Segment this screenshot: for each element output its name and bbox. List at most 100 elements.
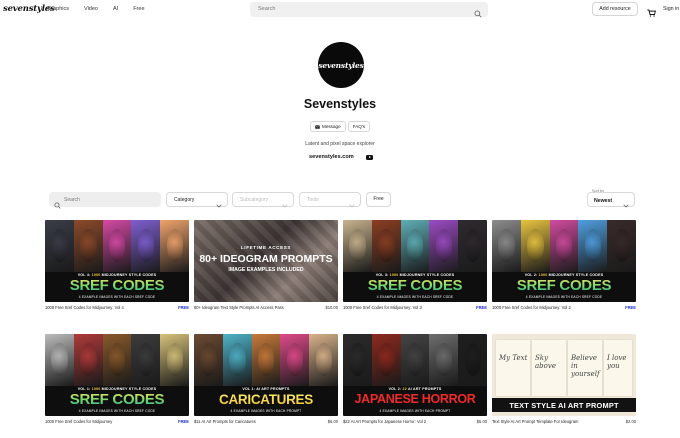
artwork-tile <box>492 220 522 272</box>
product-caption: 1000 Free Sref Codes for Midjourney FREE <box>45 419 189 426</box>
artwork-tile <box>280 334 310 386</box>
product-price: $5.00 <box>476 419 487 424</box>
banner-caption: 4 EXAMPLE IMAGES WITH EACH SREF CODE <box>78 409 156 413</box>
faq-button[interactable]: FAQ's <box>347 121 371 132</box>
free-filter-button[interactable]: Free <box>366 192 391 207</box>
artwork-tile <box>131 220 161 272</box>
banner-title-bar: TEXT STYLE AI ART PROMPT <box>492 398 636 412</box>
profile-name: Sevenstyles <box>303 97 377 111</box>
artwork-tile <box>343 334 373 386</box>
global-search-input[interactable]: Search <box>250 2 488 18</box>
artwork-tile <box>45 334 75 386</box>
artwork-tile <box>400 334 430 386</box>
artwork-tile <box>194 334 224 386</box>
artwork-tile <box>222 334 253 386</box>
sign-in-link[interactable]: Sign in <box>663 6 679 12</box>
cart-icon[interactable] <box>647 4 656 22</box>
banner-kicker: LIFETIME ACCESS <box>240 245 292 250</box>
product-price: FREE <box>625 305 636 310</box>
sample-panel: Sky above <box>532 340 566 396</box>
sample-panel: I love you <box>604 340 632 396</box>
banner-title: SREF CODES <box>343 277 487 294</box>
sample-panel: Believe in yourself <box>568 340 602 396</box>
product-thumbnail[interactable]: My Text Sky above Believe in yourself I … <box>492 334 636 416</box>
banner: My Text Sky above Believe in yourself I … <box>492 334 636 416</box>
artwork-tile <box>607 220 636 272</box>
add-resource-button[interactable]: Add resource <box>592 2 638 16</box>
tools-select[interactable]: Tools <box>299 192 361 208</box>
nav-link-graphics[interactable]: Graphics <box>47 6 69 12</box>
banner-caption: 4 EXAMPLE IMAGES WITH EACH SREF CODE <box>376 295 454 299</box>
artwork-tile <box>160 334 189 386</box>
banner-title: TEXT STYLE AI ART PROMPT <box>509 401 619 410</box>
product-price: $2.00 <box>625 419 636 424</box>
product-title[interactable]: $22 AI Art Prompts for Japanese Horror: … <box>343 419 426 424</box>
message-button[interactable]: Message <box>310 121 346 132</box>
product-price: FREE <box>178 305 189 310</box>
product-price: FREE <box>476 305 487 310</box>
banner-title: SREF CODES <box>45 277 189 294</box>
nav-link-video[interactable]: Video <box>84 6 98 12</box>
product-title[interactable]: 1000 Free Sref Codes for Midjourney: Vol… <box>343 305 422 310</box>
artwork-tile <box>73 220 104 272</box>
nav-link-ai[interactable]: AI <box>113 6 118 12</box>
banner-title: SREF CODES <box>45 391 189 408</box>
banner: VOL 3: 1000 MIDJOURNEY STYLE CODES SREF … <box>343 272 487 302</box>
banner-caption: 4 EXAMPLE IMAGES WITH EACH SREF CODE <box>525 295 603 299</box>
profile-tagline: Latent and pixel space explorer <box>305 141 375 147</box>
product-title[interactable]: $11 AI Art Prompts for Caricatures <box>194 419 256 424</box>
banner-title: 80+ IDEOGRAM PROMPTS <box>199 253 333 265</box>
banner-caption: IMAGE EXAMPLES INCLUDED <box>228 267 304 273</box>
banner-subtitle: VOL 2: 22 AI ART PROMPTS <box>388 387 442 391</box>
banner-caption: 4 EXAMPLE IMAGES WITH EACH PROMPT <box>379 409 451 413</box>
product-title[interactable]: Text Style AI Art Prompt Template For Id… <box>492 419 578 424</box>
product-caption: $11 AI Art Prompts for Caricatures $6.00 <box>194 419 338 426</box>
product-thumbnail[interactable]: VOL 1: AI ART PROMPTS CARICATURES 4 EXAM… <box>194 334 338 416</box>
artwork-tile <box>102 220 132 272</box>
product-search-placeholder: Search <box>64 196 80 203</box>
nav-links: Graphics Video AI Free <box>47 6 160 12</box>
product-price: $6.00 <box>327 419 338 424</box>
product-title[interactable]: 1000 Free Sref Codes for Midjourney <box>45 419 112 424</box>
product-thumbnail[interactable]: VOL 3: 1000 MIDJOURNEY STYLE CODES SREF … <box>343 220 487 302</box>
category-select[interactable]: Category <box>166 192 228 208</box>
subcategory-select[interactable]: Subcategory <box>232 192 294 208</box>
product-title[interactable]: 80+ Ideogram Text Style Prompts AI Acces… <box>194 305 284 310</box>
profile-website-link[interactable]: sevenstyles.com <box>309 154 354 160</box>
banner-caption: 4 EXAMPLE IMAGES WITH EACH SREF CODE <box>78 295 156 299</box>
profile-actions: Message FAQ's <box>310 121 371 132</box>
product-title[interactable]: 1000 Free Sref Codes for Midjourney: Vol… <box>492 305 571 310</box>
banner-title: SREF CODES <box>492 277 636 294</box>
product-search-input[interactable]: Search <box>49 192 161 209</box>
artwork-tile <box>131 334 161 386</box>
artwork-tile <box>102 334 132 386</box>
product-title[interactable]: 1000 Free Sref Codes for Midjourney: Vol… <box>45 305 124 310</box>
artwork-tile <box>458 334 487 386</box>
product-thumbnail[interactable]: VOL 4: 1000 MIDJOURNEY STYLE CODES SREF … <box>45 220 189 302</box>
artwork-tile <box>520 220 551 272</box>
banner: VOL 1: 1000 MIDJOURNEY STYLE CODES SREF … <box>45 386 189 416</box>
nav-link-free[interactable]: Free <box>133 6 144 12</box>
product-caption: $22 AI Art Prompts for Japanese Horror: … <box>343 419 487 426</box>
top-nav: sevenstyles Graphics Video AI Free Searc… <box>0 0 680 20</box>
sort-select[interactable]: Newest <box>587 192 635 208</box>
banner: VOL 2: 22 AI ART PROMPTS JAPANESE HORROR… <box>343 386 487 416</box>
artwork-tile <box>45 220 75 272</box>
product-thumbnail[interactable]: VOL 2: 22 AI ART PROMPTS JAPANESE HORROR… <box>343 334 487 416</box>
product-caption: 1000 Free Sref Codes for Midjourney: Vol… <box>45 305 189 312</box>
product-thumbnail[interactable]: LIFETIME ACCESS 80+ IDEOGRAM PROMPTS IMA… <box>194 220 338 302</box>
chevron-down-icon <box>623 196 629 214</box>
youtube-icon[interactable] <box>366 155 373 160</box>
product-caption: 1000 Free Sref Codes for Midjourney: Vol… <box>492 305 636 312</box>
artwork-tile <box>429 220 459 272</box>
product-thumbnail[interactable]: VOL 1: 1000 MIDJOURNEY STYLE CODES SREF … <box>45 334 189 416</box>
artwork-tile <box>400 220 430 272</box>
product-caption: 1000 Free Sref Codes for Midjourney: Vol… <box>343 305 487 312</box>
artwork-tile <box>160 220 189 272</box>
artwork-tile <box>73 334 104 386</box>
chevron-down-icon <box>216 196 222 214</box>
avatar-text: sevenstyles <box>318 60 364 70</box>
artwork-tile <box>251 334 281 386</box>
search-icon[interactable] <box>474 5 482 23</box>
product-thumbnail[interactable]: VOL 2: 1000 MIDJOURNEY STYLE CODES SREF … <box>492 220 636 302</box>
